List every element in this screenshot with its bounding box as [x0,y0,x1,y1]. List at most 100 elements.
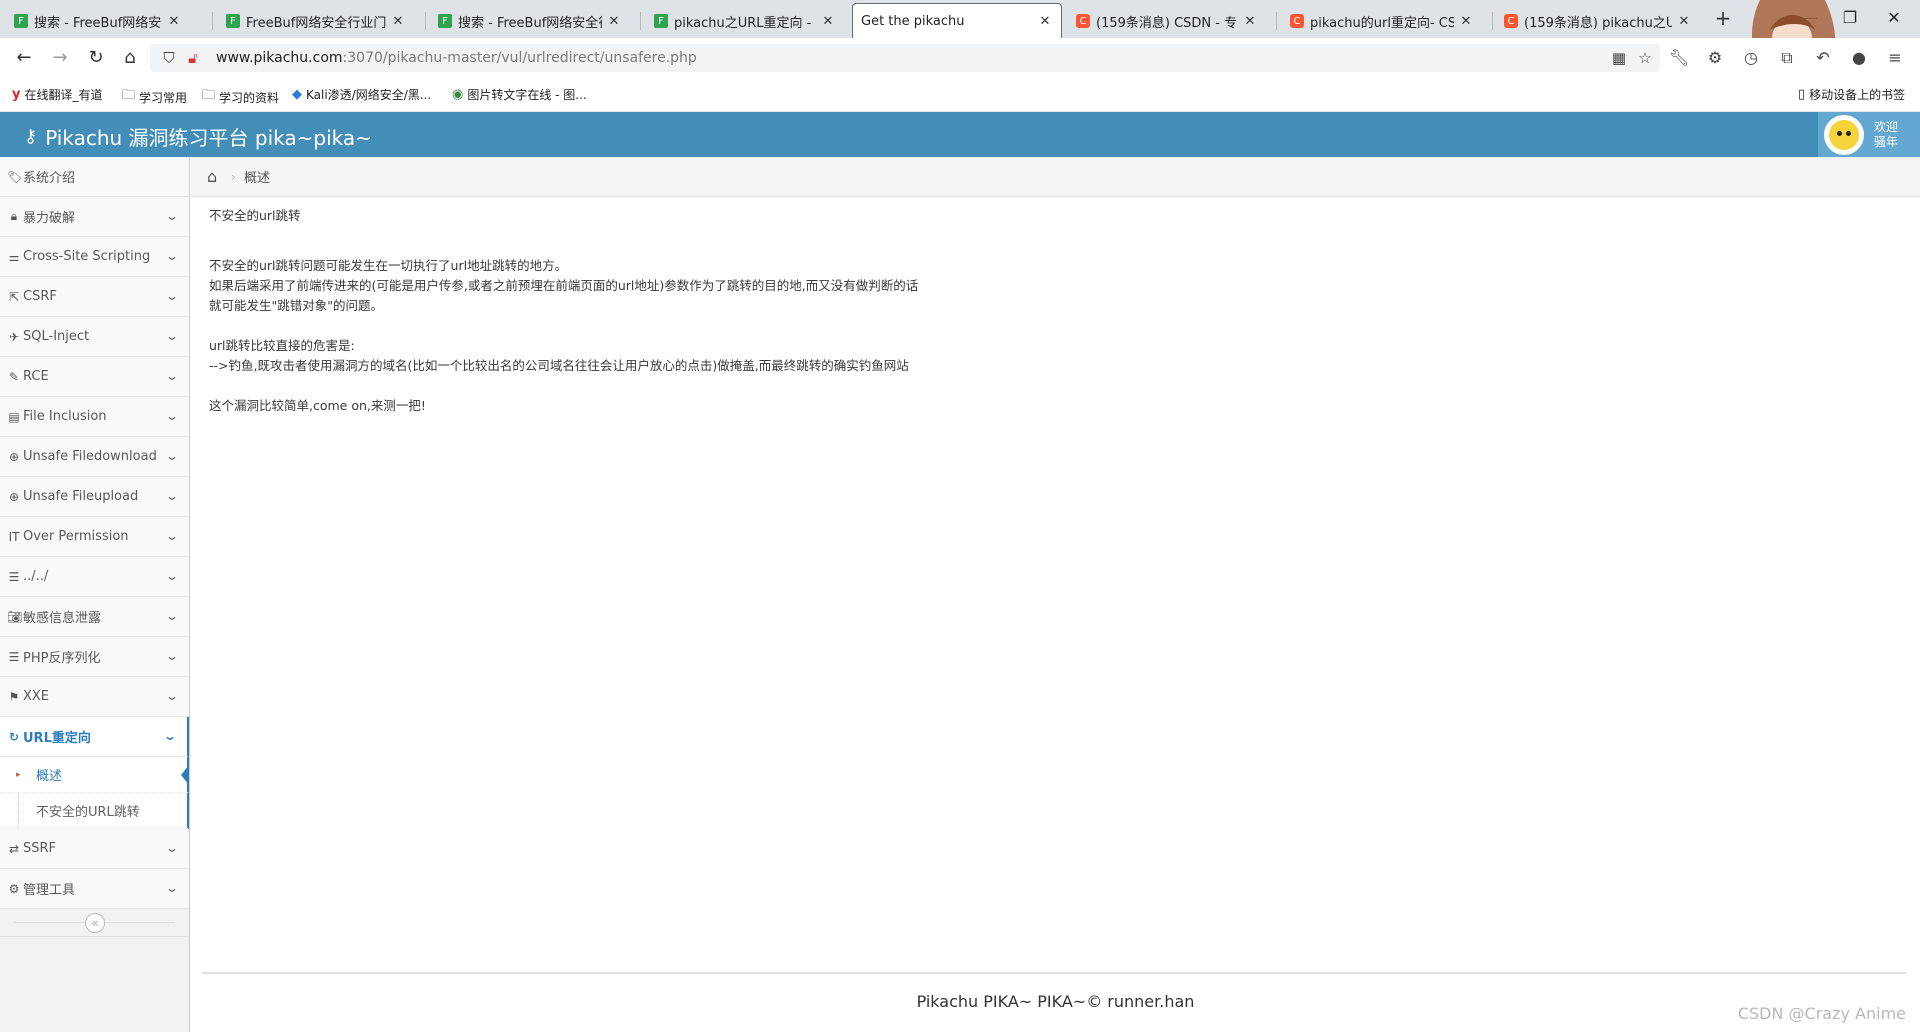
chevron-down-icon: ⌄ [164,449,180,463]
chevron-down-icon: ⌄ [164,569,180,583]
sidebar-item-fileinclude[interactable]: ▤ File Inclusion ⌄ [0,397,189,437]
caret-right-icon: ▸ [16,769,21,780]
close-icon[interactable]: ✕ [166,14,182,29]
bookmark-folder[interactable]: 🗀︎ 学习的资料 [202,86,279,108]
list-icon: ☰ [8,649,20,664]
sidebar-item-overpermission[interactable]: IT Over Permission ⌄ [0,517,189,557]
browser-tab[interactable]: F 搜索 - FreeBuf网络安全行业 ✕ [430,4,630,38]
sidebar-item-label: Over Permission [23,529,129,544]
sidebar-item-xxe[interactable]: ⚑ XXE ⌄ [0,677,189,717]
avatar [1824,114,1864,155]
list-icon: ☰ [8,569,20,584]
sidebar-item-label: SSRF [23,841,57,856]
refresh-icon: ↻ [8,729,20,744]
bookmark-folder[interactable]: 🗀︎ 学习常用 [122,86,187,108]
sidebar-item-label: SQL-Inject [23,329,90,344]
home-icon[interactable]: ⌂ [207,167,217,186]
close-icon[interactable]: ✕ [390,14,406,29]
forward-icon[interactable]: → [48,46,72,70]
sidebar-item-unserialize[interactable]: ☰ PHP反序列化 ⌄ [0,637,189,677]
footer-text: Pikachu PIKA~ PIKA~© runner.han [916,992,1195,1011]
extensions-icon[interactable]: ⧉ [1776,47,1798,69]
sidebar-item-label: File Inclusion [23,409,107,424]
sidebar-item-label: Unsafe Filedownload [23,449,157,464]
sidebar-item-filedownload[interactable]: ⊕ Unsafe Filedownload ⌄ [0,437,189,477]
settings-icon[interactable]: ⚙ [1704,47,1726,69]
browser-tab[interactable]: F FreeBuf网络安全行业门户 ✕ [218,4,414,38]
sidebar-item-urlredirect[interactable]: ↻ URL重定向 ⌄ [0,717,189,757]
window-close-icon[interactable]: ✕ [1882,8,1906,27]
sidebar-item-ssrf[interactable]: ⇄ SSRF ⌄ [0,829,189,869]
close-icon[interactable]: ✕ [820,14,836,29]
tab-title: (159条消息) pikachu之URL [1524,15,1672,31]
sidebar-item-csrf[interactable]: ⇱ CSRF ⌄ [0,277,189,317]
sidebar-collapse-button[interactable]: « [85,913,105,933]
shield-icon[interactable]: ⛉ [160,49,178,67]
pencil-icon: ✎ [8,369,20,384]
sidebar-item-rce[interactable]: ✎ RCE ⌄ [0,357,189,397]
profile-icon[interactable]: ● [1848,47,1870,69]
chevron-down-icon: ⌄ [162,729,178,743]
content-text: url跳转比较直接的危害是: [209,338,355,353]
content-text: -->钓鱼,既攻击者使用漏洞方的域名(比如一个比较出名的公司域名往往会让用户放心… [209,358,909,373]
bookmark-item[interactable]: y 在线翻译_有道 [12,86,103,103]
sidebar-item-burteforce[interactable]: 🔒︎ 暴力破解 ⌄ [0,197,189,237]
sidebar-subitem-unsafe-redirect[interactable]: 不安全的URL跳转 [0,793,189,829]
sidebar-item-xss[interactable]: ⚌ Cross-Site Scripting ⌄ [0,237,189,277]
url-bar[interactable]: ⛉ 🔓︎ www.pikachu.com:3070/pikachu-master… [150,44,1660,72]
sidebar-item-intro[interactable]: 🏷︎ 系统介绍 [0,157,189,197]
site-brand[interactable]: ⚷ Pikachu 漏洞练习平台 pika~pika~ [24,122,372,151]
bookmarks-bar: y 在线翻译_有道 🗀︎ 学习常用 🗀︎ 学习的资料 ◆ Kali渗透/网络安全… [0,78,1920,112]
minimize-icon[interactable]: — [1798,8,1822,27]
tab-separator [1276,12,1277,30]
undo-icon[interactable]: ↶ [1812,47,1834,69]
browser-tab[interactable]: C pikachu的url重定向- CSDN ✕ [1282,4,1482,38]
url-path: :3070/pikachu-master/vul/urlredirect/uns… [342,50,697,66]
new-tab-button[interactable]: + [1712,6,1734,30]
browser-tab[interactable]: F 搜索 - FreeBuf网络安全行业 ✕ [6,4,190,38]
close-icon[interactable]: ✕ [1676,14,1692,29]
tab-separator [212,12,213,30]
close-icon[interactable]: ✕ [1037,14,1053,29]
user-menu[interactable]: 欢迎 骚年 [1818,112,1920,157]
close-icon[interactable]: ✕ [606,14,622,29]
insecure-lock-icon[interactable]: 🔓︎ [184,49,202,67]
sidebar-item-sqli[interactable]: ✈ SQL-Inject ⌄ [0,317,189,357]
exchange-icon: ⇄ [8,841,20,856]
restore-icon[interactable]: ❐ [1838,8,1862,27]
qr-code-icon[interactable]: ▦ [1610,49,1628,67]
bookmark-star-icon[interactable]: ☆ [1636,49,1654,67]
browser-tab-active[interactable]: Get the pikachu ✕ [852,3,1062,38]
tree-line [18,793,19,828]
sidebar-item-dirtraversal[interactable]: ☰ ../../ ⌄ [0,557,189,597]
key-icon: ⚷ [24,126,38,147]
bookmark-label: Kali渗透/网络安全/黑... [306,88,432,102]
back-icon[interactable]: ← [12,46,36,70]
close-icon[interactable]: ✕ [1242,14,1258,29]
bookmark-item[interactable]: ◉ 图片转文字在线 - 图... [452,86,587,103]
home-icon[interactable]: ⌂ [118,46,142,70]
reload-icon[interactable]: ↻ [84,46,108,70]
chevron-down-icon: ⌄ [164,409,180,423]
browser-tab[interactable]: C (159条消息) pikachu之URL ✕ [1496,4,1700,38]
sidebar-item-infoleak[interactable]: 📷︎ 敏感信息泄露 ⌄ [0,597,189,637]
chevron-down-icon: ⌄ [164,489,180,503]
mobile-bookmarks-folder[interactable]: ▯ 移动设备上的书签 [1798,86,1905,103]
youdao-icon: y [12,87,21,102]
sidebar-subitem-overview[interactable]: ▸ 概述 [0,757,189,793]
bookmark-item[interactable]: ◆ Kali渗透/网络安全/黑... [292,86,431,103]
browser-tab[interactable]: F pikachu之URL重定向 - Free ✕ [646,4,844,38]
url-text[interactable]: www.pikachu.com:3070/pikachu-master/vul/… [216,50,697,66]
close-icon[interactable]: ✕ [1458,14,1474,29]
csdn-icon: C [1504,14,1518,28]
chevron-down-icon: ⌄ [164,881,180,895]
menu-icon[interactable]: ≡ [1884,47,1906,69]
history-icon[interactable]: ◷ [1740,47,1762,69]
sidebar-item-fileupload[interactable]: ⊕ Unsafe Fileupload ⌄ [0,477,189,517]
sidebar-item-label: 系统介绍 [23,171,76,186]
content-text: 不安全的url跳转问题可能发生在一切执行了url地址跳转的地方。 [209,258,568,273]
sidebar-item-label: 管理工具 [23,883,76,898]
wrench-icon[interactable]: 🔧︎ [1668,47,1690,69]
sidebar-item-admin-tools[interactable]: ⚙ 管理工具 ⌄ [0,869,189,909]
browser-tab[interactable]: C (159条消息) CSDN - 专业开 ✕ [1068,4,1266,38]
